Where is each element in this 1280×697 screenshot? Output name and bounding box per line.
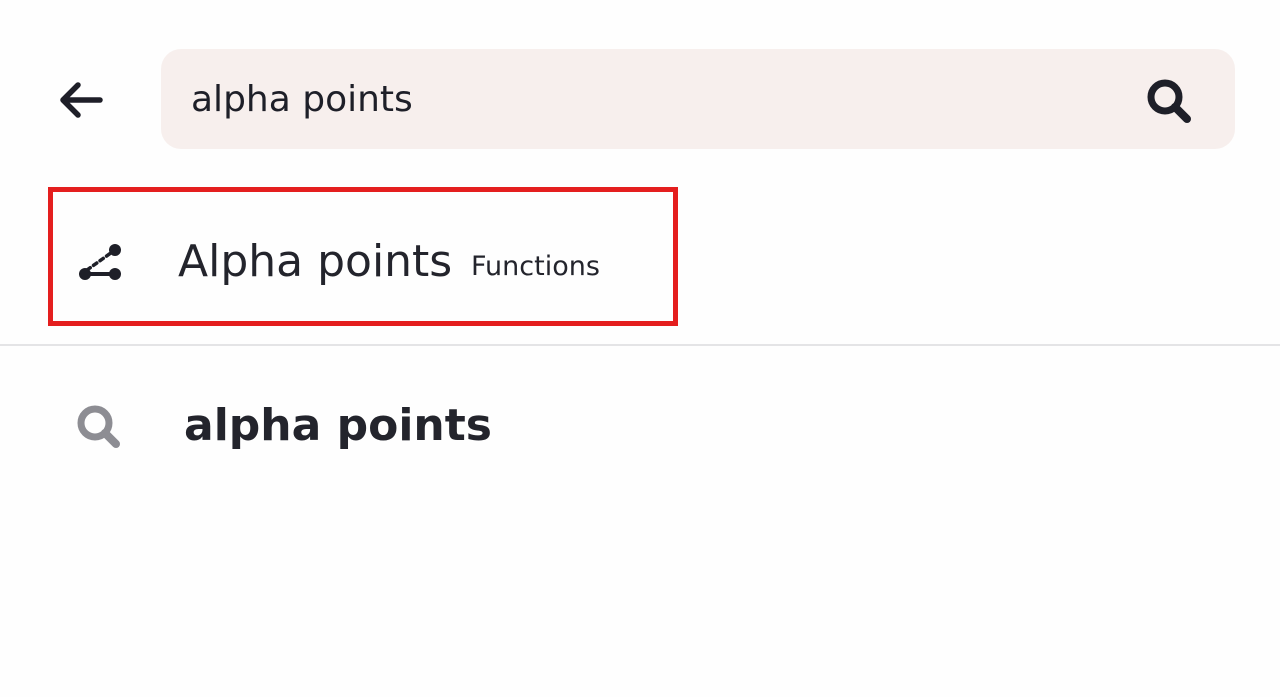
result-category-label: Functions — [471, 251, 600, 282]
search-screen: Alpha points Functions alpha points — [0, 0, 1280, 697]
line-points-icon — [79, 244, 121, 280]
search-bar — [161, 49, 1235, 149]
search-button[interactable] — [1143, 75, 1195, 127]
arrow-left-icon — [60, 82, 103, 118]
result-title: Alpha points — [178, 236, 453, 287]
suggestion-text: alpha points — [184, 400, 492, 451]
divider — [0, 344, 1280, 346]
back-button[interactable] — [52, 74, 108, 126]
search-icon — [77, 405, 120, 448]
search-icon — [1147, 79, 1191, 123]
search-result-alpha-points[interactable]: Alpha points Functions — [48, 187, 678, 326]
search-input[interactable] — [191, 49, 1111, 149]
search-suggestion[interactable]: alpha points — [0, 370, 1280, 480]
